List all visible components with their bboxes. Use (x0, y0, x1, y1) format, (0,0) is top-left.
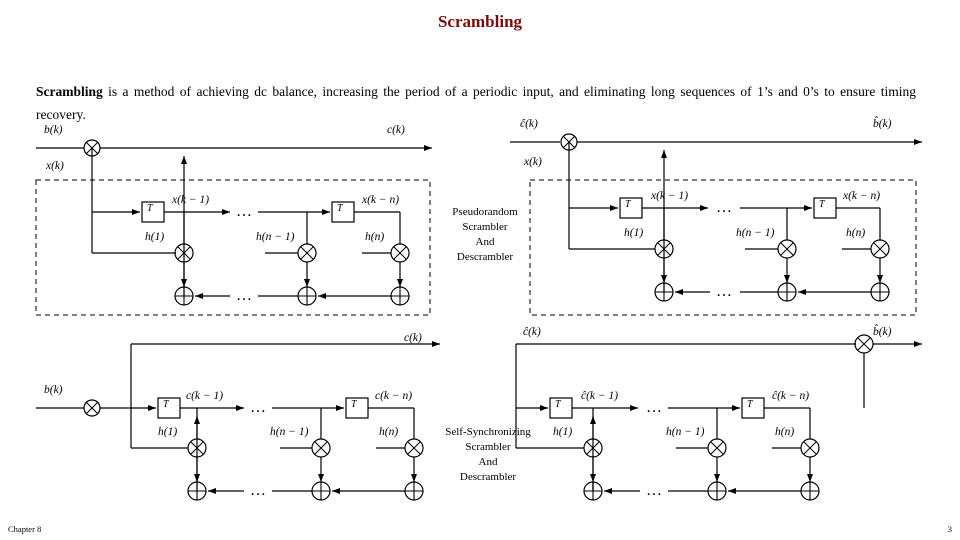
tr-tap1-label: h(1) (624, 227, 644, 239)
tr-regn-label: x(k − n) (843, 190, 881, 202)
bottom-caption-line-2: Scrambler (465, 441, 511, 453)
tl-delayn-label: T (337, 203, 343, 214)
br-regn-label: ĉ(k − n) (772, 390, 810, 402)
br-reg1-label: ĉ(k − 1) (581, 390, 619, 402)
tl-delay1-label: T (147, 203, 153, 214)
br-tapn1-label: h(n − 1) (666, 426, 705, 438)
bl-delayn-label: T (351, 399, 357, 410)
footer-page-number: 3 (947, 524, 952, 534)
selfsync-scrambler-group (36, 341, 440, 501)
bl-delay1-label: T (163, 399, 169, 410)
tr-ellipsis-bottom: … (716, 283, 734, 300)
top-caption-line-4: Descrambler (456, 251, 514, 263)
bl-input-label: b(k) (44, 384, 63, 396)
bl-ellipsis-top: … (250, 399, 268, 416)
tr-reg1-label: x(k − 1) (651, 190, 689, 202)
tr-ellipsis-top: … (716, 199, 734, 216)
bottom-caption-line-1: Self-Synchronizing (445, 426, 531, 438)
tr-state-label: x(k) (524, 156, 542, 168)
pseudorandom-scrambler-group (35, 139, 432, 316)
bl-reg1-label: c(k − 1) (186, 390, 224, 402)
br-ellipsis-bottom: … (646, 482, 664, 499)
tl-tapn1-label: h(n − 1) (256, 231, 295, 243)
tl-tapn-label: h(n) (365, 231, 385, 243)
tr-tapn-label: h(n) (846, 227, 866, 239)
bottom-center-caption: Self-Synchronizing Scrambler And Descram… (428, 425, 548, 485)
bottom-caption-line-3: And (478, 456, 498, 468)
bl-tap1-label: h(1) (158, 426, 178, 438)
top-caption-line-3: And (475, 236, 495, 248)
tl-input-label: b(k) (44, 124, 63, 136)
bl-ellipsis-bottom: … (250, 482, 268, 499)
tl-state-label: x(k) (46, 160, 64, 172)
top-center-caption: Pseudorandom Scrambler And Descrambler (432, 205, 538, 265)
bl-regn-label: c(k − n) (375, 390, 413, 402)
br-tapn-label: h(n) (775, 426, 795, 438)
tr-delay1-label: T (625, 199, 631, 210)
br-ellipsis-top: … (646, 399, 664, 416)
selfsync-descrambler-group (515, 334, 922, 501)
top-caption-line-2: Scrambler (462, 221, 508, 233)
tl-reg1-label: x(k − 1) (172, 194, 210, 206)
tr-output-label: b̂(k) (873, 118, 892, 130)
br-tap1-label: h(1) (553, 426, 573, 438)
tl-tap1-label: h(1) (145, 231, 165, 243)
footer-chapter: Chapter 8 (8, 524, 42, 534)
br-delayn-label: T (747, 399, 753, 410)
tl-output-label: c(k) (387, 124, 405, 136)
br-input-label: ĉ(k) (523, 326, 541, 338)
tr-tapn1-label: h(n − 1) (736, 227, 775, 239)
tl-ellipsis-bottom: … (236, 287, 254, 304)
br-delay1-label: T (555, 399, 561, 410)
bl-output-label: c(k) (404, 332, 422, 344)
top-caption-line-1: Pseudorandom (452, 206, 518, 218)
tr-input-label: ĉ(k) (520, 118, 538, 130)
tr-delayn-label: T (819, 199, 825, 210)
bl-tapn-label: h(n) (379, 426, 399, 438)
tl-regn-label: x(k − n) (362, 194, 400, 206)
bl-tapn1-label: h(n − 1) (270, 426, 309, 438)
tl-ellipsis-top: … (236, 203, 254, 220)
bottom-caption-line-4: Descrambler (459, 471, 517, 483)
br-output-label: b̂(k) (873, 326, 892, 338)
